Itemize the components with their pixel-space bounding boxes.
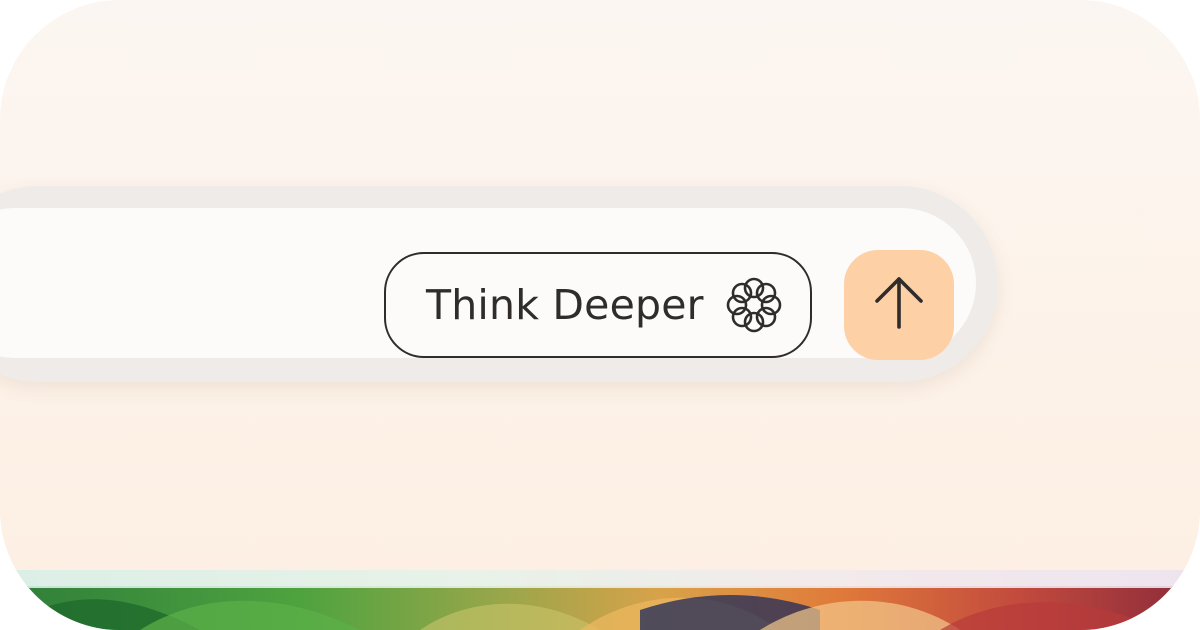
arrow-up-icon [869, 271, 929, 340]
flower-knot-icon [722, 273, 786, 337]
message-input[interactable] [0, 238, 300, 328]
send-button[interactable] [844, 250, 954, 360]
composer-box[interactable]: Think Deeper [0, 208, 976, 360]
app-window: Think Deeper [0, 0, 1200, 630]
think-deeper-button[interactable]: Think Deeper [384, 252, 812, 358]
think-deeper-label: Think Deeper [426, 281, 704, 329]
wallpaper-highlight [0, 570, 1200, 588]
desktop-wallpaper [0, 570, 1200, 630]
composer-container: Think Deeper [0, 186, 998, 382]
